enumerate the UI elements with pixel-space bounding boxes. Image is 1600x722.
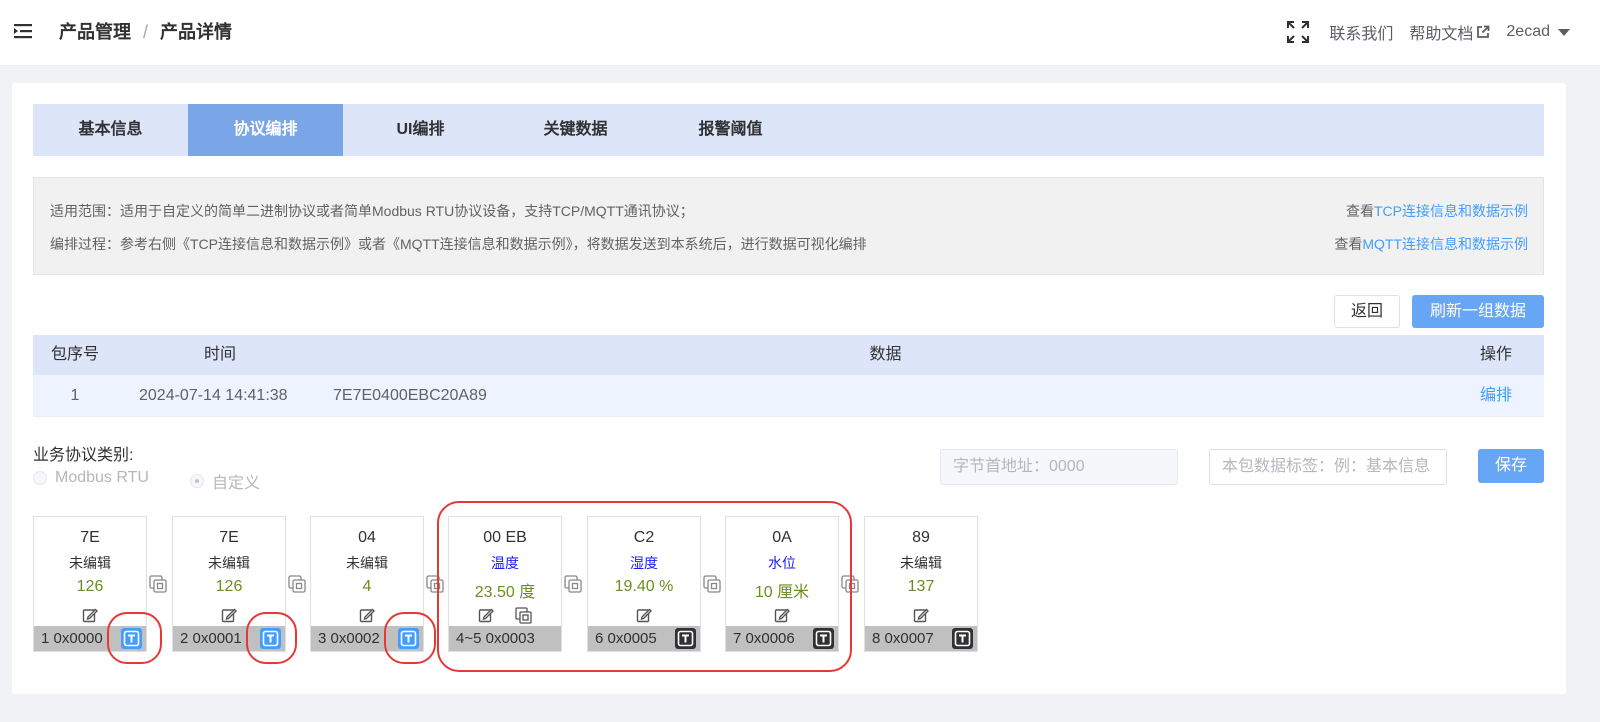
radio-label: Modbus RTU <box>55 469 149 486</box>
tcp-example-row: 查看TCP连接信息和数据示例 <box>1346 201 1528 221</box>
header-actions: 联系我们 帮助文档 2ecad <box>1285 18 1600 46</box>
tab-ui-layout[interactable]: UI编排 <box>343 104 498 156</box>
tcp-example-link[interactable]: TCP连接信息和数据示例 <box>1374 203 1528 219</box>
byte-card: 89 未编辑 137 8 0x0007 <box>864 516 978 652</box>
header-seq: 包序号 <box>50 346 99 363</box>
packet-tag-input[interactable]: 本包数据标签：例：基本信息 <box>1209 449 1447 485</box>
byte-value: 126 <box>76 578 104 595</box>
byte-label: 未编辑 <box>69 555 111 571</box>
byte-hex: 7E <box>219 529 239 546</box>
tab-protocol-layout[interactable]: 协议编排 <box>188 104 343 156</box>
row-op: 编排 <box>1448 375 1544 416</box>
row-seq: 1 <box>70 387 80 404</box>
fullscreen-icon[interactable] <box>1285 19 1311 45</box>
byte-address-input[interactable]: 字节首地址：0000 <box>940 449 1178 485</box>
byte-value: 126 <box>215 578 243 595</box>
info-process-text: 编排过程：参考右侧《TCP连接信息和数据示例》或者《MQTT连接信息和数据示例》… <box>50 236 867 252</box>
table-row: 1 2024-07-14 14:41:38 7E7E0400EBC20A89 编… <box>33 375 1544 417</box>
help-docs-label: 帮助文档 <box>1409 26 1474 43</box>
radio-label: 自定义 <box>212 475 261 492</box>
merge-icon[interactable] <box>288 575 306 593</box>
info-notice: 适用范围：适用于自定义的简单二进制协议或者简单Modbus RTU协议设备，支持… <box>33 177 1544 275</box>
help-docs-link[interactable]: 帮助文档 <box>1409 20 1490 44</box>
radio-modbus-rtu[interactable]: Modbus RTU <box>33 469 149 487</box>
highlight-group-box <box>437 501 852 672</box>
breadcrumb: 产品管理 / 产品详情 <box>59 19 232 45</box>
header-data: 数据 <box>869 346 902 363</box>
mqtt-example-row: 查看MQTT连接信息和数据示例 <box>1334 234 1528 254</box>
byte-label: 未编辑 <box>346 555 388 571</box>
mqtt-example-link[interactable]: MQTT连接信息和数据示例 <box>1362 236 1528 252</box>
back-button[interactable]: 返回 <box>1334 295 1400 328</box>
breadcrumb-separator: / <box>143 22 149 42</box>
info-scope-text: 适用范围：适用于自定义的简单二进制协议或者简单Modbus RTU协议设备，支持… <box>50 203 694 219</box>
view-prefix: 查看 <box>1334 236 1363 252</box>
packet-table: 包序号 时间 数据 操作 1 2024-07-14 14:41:38 7E7E0… <box>33 335 1544 417</box>
highlight-circle <box>384 612 436 664</box>
save-button[interactable]: 保存 <box>1478 449 1544 483</box>
main-panel: 基本信息 协议编排 UI编排 关键数据 报警阈值 适用范围：适用于自定义的简单二… <box>12 83 1566 694</box>
breadcrumb-item-product-management[interactable]: 产品管理 <box>59 22 131 42</box>
refresh-data-button[interactable]: 刷新一组数据 <box>1412 295 1544 328</box>
edit-icon[interactable] <box>221 607 237 623</box>
menu-fold-icon[interactable] <box>14 20 34 42</box>
tab-basic-info[interactable]: 基本信息 <box>33 104 188 156</box>
byte-hex: 7E <box>80 529 100 546</box>
external-link-icon <box>1477 25 1490 38</box>
header-time: 时间 <box>203 346 236 363</box>
byte-value: 137 <box>907 578 935 595</box>
radio-dot <box>33 471 47 485</box>
layout-edit-link[interactable]: 编排 <box>1480 387 1512 404</box>
byte-label: 未编辑 <box>208 555 250 571</box>
breadcrumb-item-product-detail: 产品详情 <box>160 22 233 42</box>
row-data: 7E7E0400EBC20A89 <box>333 387 487 404</box>
byte-hex: 89 <box>912 529 930 546</box>
radio-dot-checked <box>190 474 204 488</box>
edit-icon[interactable] <box>359 607 375 623</box>
text-type-icon[interactable] <box>952 628 973 649</box>
byte-value: 4 <box>362 578 372 595</box>
user-menu[interactable]: 2ecad <box>1506 23 1570 41</box>
edit-icon[interactable] <box>82 607 98 623</box>
radio-custom[interactable]: 自定义 <box>190 469 260 493</box>
byte-label: 未编辑 <box>900 555 942 571</box>
contact-us-link[interactable]: 联系我们 <box>1329 20 1393 44</box>
view-prefix: 查看 <box>1346 203 1374 219</box>
tab-alarm-threshold[interactable]: 报警阈值 <box>653 104 808 156</box>
merge-icon[interactable] <box>149 575 167 593</box>
row-time: 2024-07-14 14:41:38 <box>139 387 288 404</box>
header-op: 操作 <box>1479 346 1512 363</box>
highlight-circle <box>107 612 162 664</box>
edit-icon[interactable] <box>913 607 929 623</box>
top-header: 产品管理 / 产品详情 联系我们 帮助文档 2ecad <box>0 0 1600 66</box>
user-name: 2ecad <box>1506 23 1550 40</box>
table-header: 包序号 时间 数据 操作 <box>33 335 1544 375</box>
byte-hex: 04 <box>358 529 376 546</box>
caret-down-icon <box>1558 28 1570 36</box>
tab-key-data[interactable]: 关键数据 <box>498 104 653 156</box>
highlight-circle <box>246 612 297 664</box>
tab-bar: 基本信息 协议编排 UI编排 关键数据 报警阈值 <box>33 104 1544 156</box>
protocol-type-label: 业务协议类别: <box>33 447 134 464</box>
